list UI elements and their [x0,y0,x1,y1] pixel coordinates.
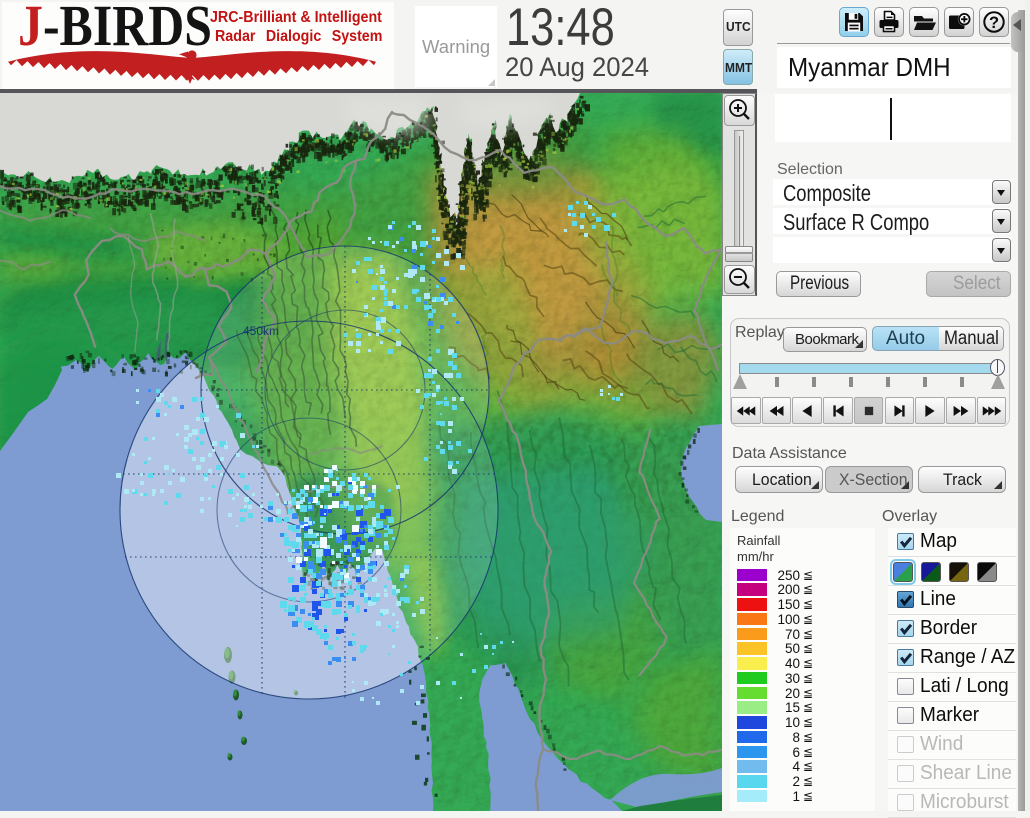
svg-text:450km: 450km [243,324,279,338]
svg-text:?: ? [989,14,999,32]
